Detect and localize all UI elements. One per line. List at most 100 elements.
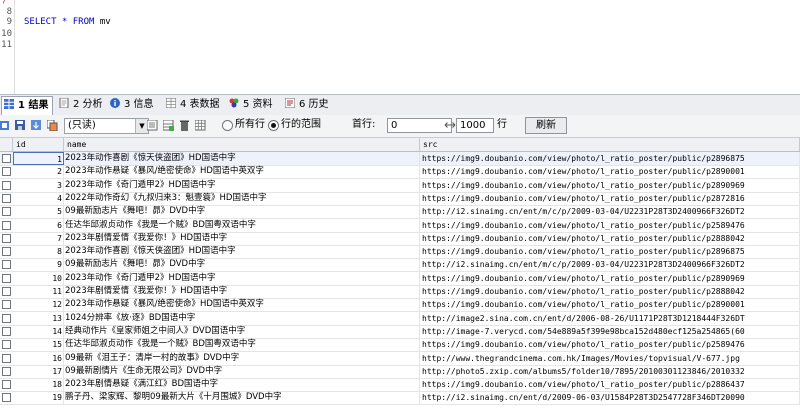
table-row[interactable]: 5 09最新励志片《舞吧！昴》DVD中字 http://i2.sinaimg.cn/…: [0, 205, 800, 220]
table-row[interactable]: 11 2023年剧情爱情《我爱你！》HD国语中字 https://img9.doub…: [0, 285, 800, 299]
table-row[interactable]: 19 鹏子丹、梁家辉、黎明09最新大片《十月围城》DVD中字 http://i2.s…: [0, 391, 800, 406]
row-checkbox[interactable]: [2, 167, 11, 177]
column-header-id[interactable]: id: [13, 138, 64, 151]
tab-history[interactable]: 6 历史: [283, 97, 333, 113]
column-header-src[interactable]: src: [420, 138, 800, 151]
cell-name[interactable]: 鹏子丹、梁家辉、黎明09最新大片《十月围城》DVD中字: [64, 391, 420, 405]
table-row[interactable]: 7 2023年剧情爱情《我爱你！》HD国语中字 https://img9.douba…: [0, 231, 800, 246]
table-row[interactable]: 6 任达华邱淑贞动作《我是一个贼》BD国粤双语中字 https://img9.dou…: [0, 218, 800, 233]
cell-id[interactable]: 4: [13, 191, 64, 205]
cell-id[interactable]: 1: [13, 152, 64, 165]
cell-name[interactable]: 2023年动作《奇门遁甲2》HD国语中字: [64, 271, 420, 285]
cell-src[interactable]: https://img9.doubanio.com/view/photo/l_r…: [420, 152, 800, 165]
cell-src[interactable]: http://photo5.zxip.com/albums5/folder10/…: [420, 364, 800, 378]
table-row[interactable]: 16 09最新《泪王子：清岸一村的故事》DVD中字 http://www.thegr…: [0, 351, 800, 366]
row-checkbox[interactable]: [2, 154, 11, 163]
cell-name[interactable]: 2023年动作悬疑《暴风/绝密使命》HD国语中英双字: [64, 298, 420, 312]
cell-name[interactable]: 2023年动作悬疑《暴风/绝密使命》HD国语中英双字: [64, 165, 420, 179]
cell-name[interactable]: 1024分辨率《放·逐》BD国语中字: [64, 311, 420, 325]
row-checkbox[interactable]: [2, 220, 11, 230]
table-row[interactable]: 12 2023年动作悬疑《暴风/绝密使命》HD国语中英双字 https://img9…: [0, 298, 800, 313]
cell-id[interactable]: 13: [13, 311, 64, 325]
row-checkbox[interactable]: [2, 393, 11, 403]
copy-icon[interactable]: [47, 120, 58, 131]
cell-src[interactable]: http://i2.sinaimg.cn/ent/m/c/p/2009-03-0…: [420, 205, 800, 219]
cell-src[interactable]: http://i2.sinaimg.cn/ent/m/c/p/2009-03-0…: [420, 258, 800, 272]
cell-id[interactable]: 16: [13, 351, 64, 365]
cell-src[interactable]: https://img9.doubanio.com/view/photo/l_r…: [420, 271, 800, 285]
row-checkbox[interactable]: [2, 193, 11, 203]
table-row[interactable]: 9 09最新励志片《舞吧！昴》DVD中字 http://i2.sinaimg.cn/…: [0, 258, 800, 273]
export-icon[interactable]: [0, 120, 11, 131]
cell-name[interactable]: 经典动作片《皇家师姐之中间人》DVD国语中字: [64, 324, 420, 338]
cell-src[interactable]: https://img9.doubanio.com/view/photo/l_r…: [420, 218, 800, 232]
tab-results[interactable]: 1 结果: [1, 96, 54, 115]
cell-name[interactable]: 2023年动作喜剧《惊天侠盗团》HD国语中字: [64, 152, 420, 165]
cell-id[interactable]: 7: [13, 231, 64, 245]
cell-src[interactable]: https://img9.doubanio.com/view/photo/l_r…: [420, 165, 800, 179]
cell-id[interactable]: 5: [13, 205, 64, 219]
cell-src[interactable]: https://img9.doubanio.com/view/photo/l_r…: [420, 191, 800, 205]
cell-id[interactable]: 14: [13, 324, 64, 338]
tab-profile[interactable]: 5 资料: [227, 97, 277, 113]
table-row[interactable]: 10 2023年动作《奇门遁甲2》HD国语中字 https://img9.douba…: [0, 271, 800, 286]
row-count-input[interactable]: 1000: [456, 118, 494, 133]
row-checkbox[interactable]: [2, 353, 11, 363]
row-checkbox[interactable]: [2, 287, 11, 296]
table-row[interactable]: 1 2023年动作喜剧《惊天侠盗团》HD国语中字 https://img9.doub…: [0, 152, 800, 166]
row-checkbox[interactable]: [2, 207, 11, 217]
tab-analysis[interactable]: 2 分析: [57, 97, 107, 113]
cell-src[interactable]: https://img9.doubanio.com/view/photo/l_r…: [420, 298, 800, 312]
cell-id[interactable]: 9: [13, 258, 64, 272]
table-row[interactable]: 8 2023年动作喜剧《惊天侠盗团》HD国语中字 https://img9.doub…: [0, 245, 800, 260]
cell-id[interactable]: 15: [13, 338, 64, 352]
cell-name[interactable]: 2023年动作喜剧《惊天侠盗团》HD国语中字: [64, 245, 420, 259]
cell-name[interactable]: 09最新励志片《舞吧！昴》DVD中字: [64, 258, 420, 272]
save-icon[interactable]: [15, 120, 26, 131]
row-checkbox[interactable]: [2, 180, 11, 190]
cell-id[interactable]: 8: [13, 245, 64, 259]
grid-view-icon[interactable]: [195, 120, 206, 131]
refresh-button[interactable]: 刷新: [525, 117, 567, 134]
cell-id[interactable]: 6: [13, 218, 64, 232]
row-checkbox[interactable]: [2, 233, 11, 243]
cell-name[interactable]: 2023年动作《奇门遁甲2》HD国语中字: [64, 178, 420, 192]
row-checkbox[interactable]: [2, 260, 11, 270]
cell-id[interactable]: 2: [13, 165, 64, 179]
cell-name[interactable]: 09最新剧情片《生命无限公司》DVD中字: [64, 364, 420, 378]
import-icon[interactable]: [31, 120, 42, 131]
cell-id[interactable]: 19: [13, 391, 64, 405]
sql-editor[interactable]: / 8 9 SELECT * FROM mv 10 11: [0, 0, 800, 94]
cell-src[interactable]: https://img9.doubanio.com/view/photo/l_r…: [420, 178, 800, 192]
table-row[interactable]: 2 2023年动作悬疑《暴风/绝密使命》HD国语中英双字 https://img9.…: [0, 165, 800, 180]
cell-name[interactable]: 09最新励志片《舞吧！昴》DVD中字: [64, 205, 420, 219]
tab-table-data[interactable]: 4 表数据: [164, 97, 224, 113]
cell-src[interactable]: http://i2.sinaimg.cn/ent/d/2009-06-03/U1…: [420, 391, 800, 405]
cell-src[interactable]: https://img9.doubanio.com/view/photo/l_r…: [420, 245, 800, 259]
insert-row-icon[interactable]: [163, 120, 174, 131]
delete-icon[interactable]: [179, 120, 190, 131]
cell-src[interactable]: http://image2.sina.com.cn/ent/d/2006-08-…: [420, 311, 800, 325]
table-row[interactable]: 17 09最新剧情片《生命无限公司》DVD中字 http://photo5.zxip…: [0, 364, 800, 379]
all-rows-radio[interactable]: [222, 120, 233, 131]
cell-id[interactable]: 12: [13, 298, 64, 312]
row-checkbox[interactable]: [2, 273, 11, 283]
cell-src[interactable]: https://img9.doubanio.com/view/photo/l_r…: [420, 338, 800, 352]
table-row[interactable]: 18 2023年剧情悬疑《满江红》BD国语中字 https://img9.douba…: [0, 378, 800, 393]
cell-id[interactable]: 3: [13, 178, 64, 192]
row-checkbox[interactable]: [2, 247, 11, 257]
cell-name[interactable]: 2023年剧情悬疑《满江红》BD国语中字: [64, 378, 420, 392]
tab-info[interactable]: 3 信息: [108, 97, 158, 113]
cell-name[interactable]: 2023年剧情爱情《我爱你！》HD国语中字: [64, 231, 420, 245]
table-row[interactable]: 15 任达华邱淑贞动作《我是一个贼》BD国粤双语中字 https://img9.do…: [0, 338, 800, 353]
row-range-radio[interactable]: [268, 120, 279, 131]
cell-id[interactable]: 17: [13, 364, 64, 378]
cell-name[interactable]: 2023年剧情爱情《我爱你！》HD国语中字: [64, 285, 420, 298]
row-checkbox[interactable]: [2, 326, 11, 336]
filter-icon[interactable]: [147, 120, 158, 131]
column-header-name[interactable]: name: [64, 138, 420, 151]
cell-src[interactable]: http://image-7.verycd.com/54e889a5f399e9…: [420, 324, 800, 338]
result-mode-select[interactable]: (只读) ▼: [64, 118, 149, 134]
cell-id[interactable]: 11: [13, 285, 64, 298]
table-row[interactable]: 4 2022年动作奇幻《九叔归来3：魁壹簑》HD国语中字 https://img9.…: [0, 191, 800, 206]
